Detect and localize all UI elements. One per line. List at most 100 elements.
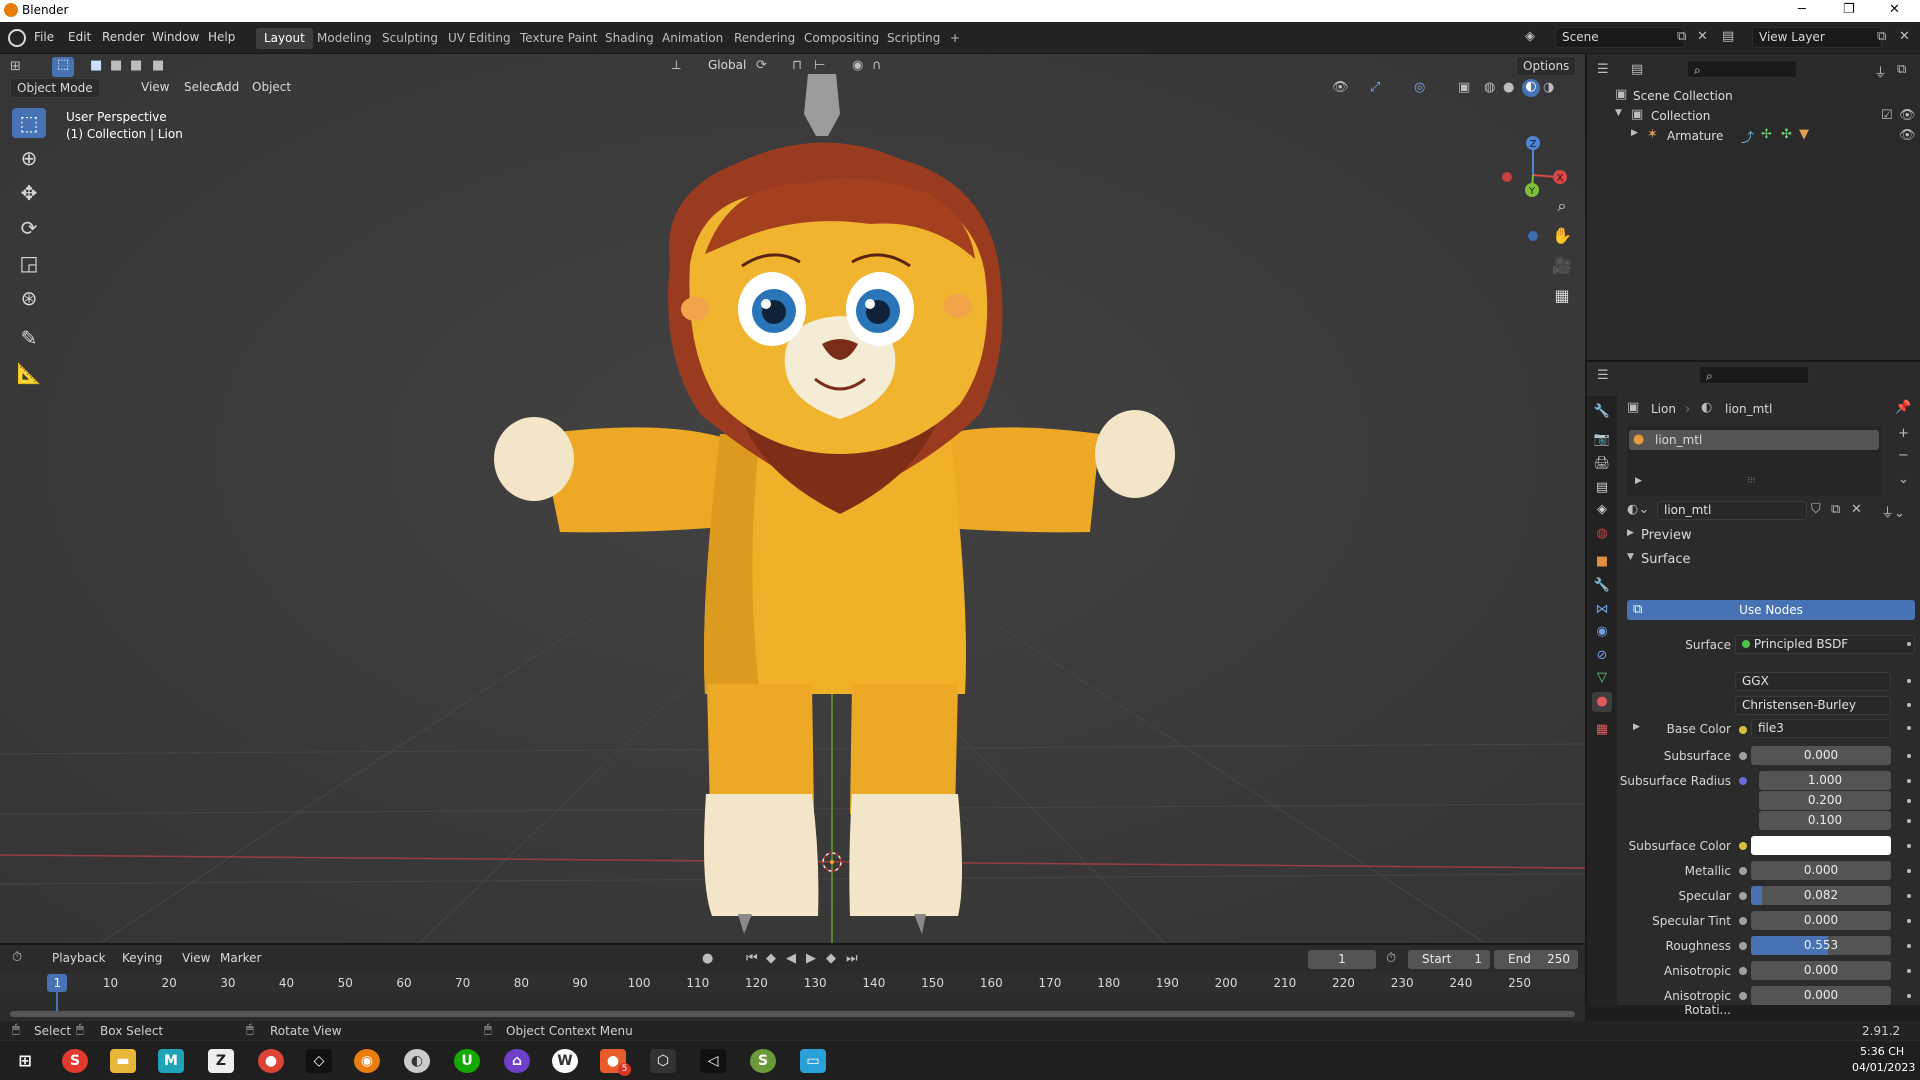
use-nodes-button[interactable]: ⧉ Use Nodes bbox=[1627, 600, 1915, 620]
param-value-field[interactable]: 0.200 bbox=[1759, 791, 1891, 810]
keyframe-dot-icon[interactable] bbox=[1907, 944, 1911, 948]
menu-keying[interactable]: Keying bbox=[116, 949, 168, 969]
jump-start-icon[interactable]: ⏮ bbox=[746, 951, 758, 966]
blender-menu-icon[interactable] bbox=[8, 29, 26, 47]
distribution-dropdown[interactable]: GGX bbox=[1735, 672, 1891, 691]
rendered-shading-icon[interactable]: ◑ bbox=[1543, 80, 1554, 95]
menu-help[interactable]: Help bbox=[208, 30, 235, 44]
maya-icon[interactable]: M bbox=[158, 1049, 184, 1073]
measure-tool-icon[interactable]: 📐 bbox=[12, 358, 46, 388]
param-value-field[interactable]: 0.100 bbox=[1759, 811, 1891, 830]
menu-render[interactable]: Render bbox=[102, 30, 145, 44]
file-explorer-icon[interactable]: ▬ bbox=[110, 1049, 136, 1073]
keyframe-dot-icon[interactable] bbox=[1907, 799, 1911, 803]
tab-rendering[interactable]: Rendering bbox=[726, 28, 803, 49]
material-shading-icon[interactable]: ◐ bbox=[1522, 79, 1540, 97]
surface-shader-field[interactable]: Principled BSDF bbox=[1735, 635, 1915, 654]
tab-compositing[interactable]: Compositing bbox=[796, 28, 887, 49]
object-mode-dropdown[interactable]: Object Mode bbox=[10, 78, 100, 98]
app-red-icon[interactable]: S bbox=[62, 1049, 88, 1073]
menu-add[interactable]: Add bbox=[210, 78, 245, 98]
chrome-icon[interactable]: ● bbox=[258, 1049, 284, 1073]
tool-tab-icon[interactable]: 🔧 bbox=[1592, 402, 1612, 422]
param-value-field[interactable]: 0.553 bbox=[1751, 936, 1891, 955]
keyframe-dot-icon[interactable] bbox=[1907, 969, 1911, 973]
remove-slot-icon[interactable]: − bbox=[1898, 448, 1909, 463]
filter-icon[interactable]: ⏚ bbox=[1874, 62, 1887, 81]
param-value-field[interactable]: 0.000 bbox=[1751, 911, 1891, 930]
select-mode-subtract-icon[interactable]: ■ bbox=[130, 58, 142, 73]
list-resize-handle-icon[interactable]: ⁝⁝⁝ bbox=[1747, 476, 1756, 486]
scale-tool-icon[interactable]: ◲ bbox=[12, 248, 46, 278]
material-browse-icon[interactable]: ◐⌄ bbox=[1627, 502, 1649, 517]
end-frame-field[interactable]: End 250 bbox=[1494, 950, 1578, 969]
tab-scripting[interactable]: Scripting bbox=[879, 28, 948, 49]
particles-tab-icon[interactable]: ⋈ bbox=[1592, 600, 1612, 620]
fake-user-icon[interactable]: ⛉ bbox=[1811, 502, 1821, 517]
object-tab-icon[interactable]: ■ bbox=[1592, 552, 1612, 572]
outliner-row-collection[interactable]: ▼ ▣ Collection ☑ 👁 bbox=[1587, 106, 1920, 126]
blender-taskbar-icon[interactable]: ◉ bbox=[354, 1049, 380, 1073]
visibility-eye-icon[interactable]: 👁 bbox=[1899, 128, 1916, 143]
bone-icon[interactable]: ✢ bbox=[1761, 127, 1772, 142]
3d-app-icon[interactable]: ⬡ bbox=[650, 1049, 676, 1073]
keyframe-dot-icon[interactable] bbox=[1907, 726, 1911, 730]
timeline-scrollbar[interactable] bbox=[10, 1011, 1575, 1017]
new-view-layer-icon[interactable]: ⧉ bbox=[1877, 29, 1886, 44]
material-child-icon[interactable]: ▼ bbox=[1799, 127, 1809, 142]
mesh-child-icon[interactable]: ✣ bbox=[1781, 127, 1792, 142]
pan-hand-icon[interactable]: ✋ bbox=[1550, 224, 1574, 248]
constraints-tab-icon[interactable]: ⊘ bbox=[1592, 646, 1612, 666]
outliner-editor-icon[interactable]: ☰ bbox=[1597, 62, 1609, 77]
param-value-field[interactable]: 1.000 bbox=[1759, 771, 1891, 790]
view-layer-tab-icon[interactable]: ▤ bbox=[1592, 478, 1612, 498]
new-collection-icon[interactable]: ⧉ bbox=[1897, 62, 1906, 77]
select-tool-icon[interactable]: ⬚ bbox=[52, 57, 74, 77]
modifier-tab-icon[interactable]: 🔧 bbox=[1592, 576, 1612, 596]
properties-editor-icon[interactable]: ☰ bbox=[1597, 368, 1609, 383]
param-value-field[interactable] bbox=[1751, 836, 1891, 855]
view-layer-field[interactable]: View Layer bbox=[1752, 27, 1882, 48]
camera-view-icon[interactable]: 🎥 bbox=[1550, 254, 1574, 278]
keyframe-dot-icon[interactable] bbox=[1907, 844, 1911, 848]
param-value-field[interactable]: 0.000 bbox=[1751, 861, 1891, 880]
preview-range-icon[interactable]: ⏱ bbox=[1386, 951, 1396, 966]
outliner-row-scene-collection[interactable]: ▣ Scene Collection bbox=[1587, 86, 1920, 106]
menu-view[interactable]: View bbox=[135, 78, 175, 98]
menu-marker[interactable]: Marker bbox=[214, 949, 267, 969]
options-dropdown[interactable]: Options bbox=[1516, 56, 1577, 76]
tab-texture-paint[interactable]: Texture Paint bbox=[512, 28, 605, 49]
substance-icon[interactable]: S bbox=[750, 1049, 776, 1073]
output-tab-icon[interactable]: 🖨 bbox=[1592, 454, 1612, 474]
zbrush-icon[interactable]: Z bbox=[208, 1049, 234, 1073]
marvelous-icon[interactable]: ◐ bbox=[404, 1049, 430, 1073]
overlay-toggle-icon[interactable]: ◎ bbox=[1414, 80, 1425, 95]
material-tab-icon[interactable]: ● bbox=[1592, 692, 1612, 712]
new-scene-icon[interactable]: ⧉ bbox=[1677, 29, 1686, 44]
current-frame-field[interactable]: 1 bbox=[1308, 950, 1376, 969]
window-app-icon[interactable]: ▭ bbox=[800, 1049, 826, 1073]
rotate-tool-icon[interactable]: ⟳ bbox=[12, 213, 46, 243]
expand-arrow-icon[interactable]: ▼ bbox=[1615, 108, 1622, 118]
solid-shading-icon[interactable]: ● bbox=[1503, 80, 1514, 95]
texture-tab-icon[interactable]: ▦ bbox=[1592, 720, 1612, 740]
falloff-icon[interactable]: ∩ bbox=[872, 58, 882, 73]
upwork-icon[interactable]: U bbox=[454, 1049, 480, 1073]
view-layer-icon[interactable]: ▤ bbox=[1722, 29, 1734, 44]
material-name-field[interactable]: lion_mtl bbox=[1657, 501, 1807, 520]
transform-orientation-dropdown[interactable]: Global bbox=[702, 56, 752, 76]
ortho-toggle-icon[interactable]: ▦ bbox=[1550, 284, 1574, 308]
play-reverse-icon[interactable]: ◀ bbox=[786, 951, 796, 966]
pin-icon[interactable]: 📌 bbox=[1895, 400, 1911, 415]
select-mode-intersect-icon[interactable]: ■ bbox=[152, 58, 164, 73]
editor-type-icon[interactable]: ⊞ bbox=[10, 59, 21, 74]
record-icon[interactable]: ● bbox=[702, 951, 713, 966]
material-slot-item[interactable]: ● lion_mtl bbox=[1629, 430, 1879, 450]
menu-timeline-view[interactable]: View bbox=[176, 949, 216, 969]
outliner-search[interactable]: ⌕ bbox=[1687, 60, 1797, 78]
play-icon[interactable]: ▶ bbox=[806, 951, 816, 966]
w-app-icon[interactable]: W bbox=[552, 1049, 578, 1073]
tab-uv-editing[interactable]: UV Editing bbox=[440, 28, 519, 49]
tab-modeling[interactable]: Modeling bbox=[309, 28, 380, 49]
timeline-editor-icon[interactable]: ⏱ bbox=[12, 950, 22, 965]
